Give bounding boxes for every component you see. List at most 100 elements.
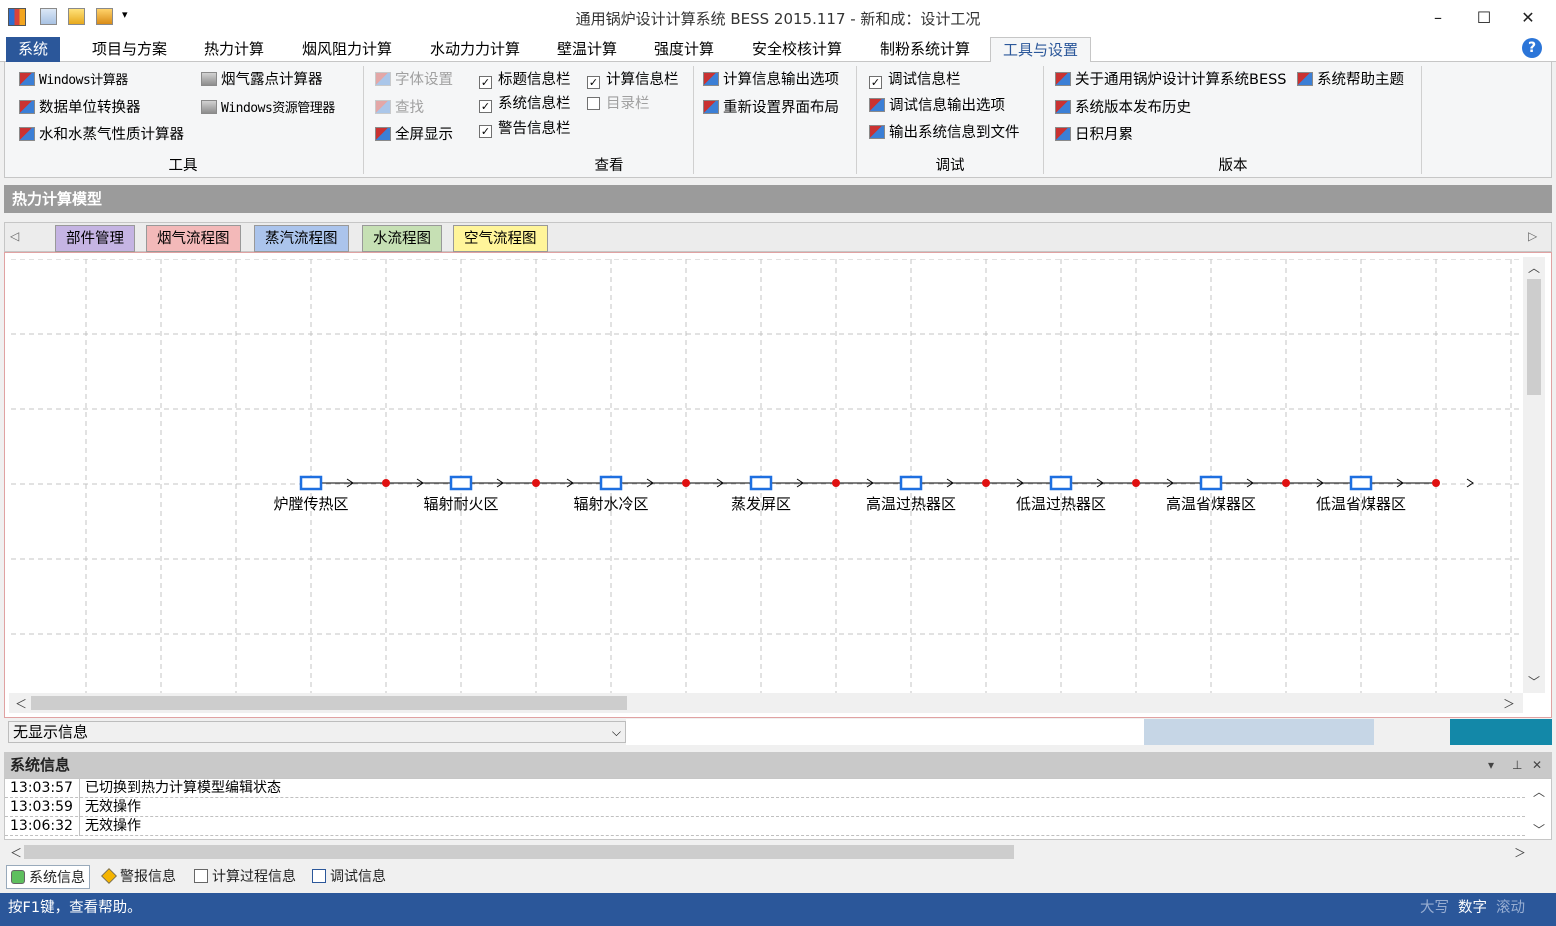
tab-tools-settings[interactable]: 工具与设置	[990, 37, 1092, 62]
tab-wall-temp[interactable]: 壁温计算	[545, 37, 629, 62]
tab-system-info[interactable]: 系统信息	[6, 865, 90, 889]
minimize-button[interactable]: –	[1418, 4, 1458, 32]
help-topics-button[interactable]: 系统帮助主题	[1297, 69, 1404, 91]
font-icon	[375, 72, 391, 86]
tab-calc-process-info[interactable]: 计算过程信息	[190, 865, 300, 889]
dew-point-calculator-button[interactable]: 烟气露点计算器	[201, 69, 323, 91]
info-preview-area	[1144, 719, 1374, 745]
windows-explorer-button[interactable]: Windows资源管理器	[201, 97, 335, 119]
tab-steam-flow[interactable]: 蒸汽流程图	[254, 225, 349, 252]
debug-info-checkbox[interactable]: ✓ 调试信息栏	[869, 69, 961, 91]
options-icon	[703, 72, 719, 86]
calc-info-checkbox[interactable]: ✓ 计算信息栏	[587, 69, 679, 91]
tab-pulverizing[interactable]: 制粉系统计算	[868, 37, 982, 62]
log-row: 13:03:59 无效操作	[5, 798, 1525, 817]
tab-hydrodynamic[interactable]: 水动力力计算	[418, 37, 532, 62]
tips-button[interactable]: 日积月累	[1055, 124, 1133, 146]
horizontal-scroll-thumb[interactable]	[31, 696, 627, 710]
scroll-up-icon[interactable]: ︿	[1533, 783, 1545, 800]
ribbon-separator	[1421, 66, 1422, 174]
fullscreen-button[interactable]: 全屏显示	[375, 124, 453, 146]
flow-node-box	[299, 475, 323, 491]
info-blank-area	[626, 719, 1144, 745]
close-button[interactable]: ✕	[1508, 4, 1548, 32]
flow-node-box	[1199, 475, 1223, 491]
tab-scroll-left-icon[interactable]: ◁	[10, 229, 19, 243]
panel-dropdown-icon[interactable]: ▾	[1488, 752, 1494, 778]
tab-system[interactable]: 系统	[6, 37, 61, 62]
tab-draft-resistance[interactable]: 烟风阻力计算	[290, 37, 404, 62]
log-vertical-scrollbar[interactable]: ︿ ﹀	[1529, 781, 1549, 839]
info-preview-area-teal	[1450, 719, 1552, 745]
unit-converter-button[interactable]: 数据单位转换器	[19, 97, 141, 119]
checkbox-checked-icon: ✓	[869, 76, 882, 89]
scroll-right-icon[interactable]: ＞	[1503, 695, 1515, 712]
find-button[interactable]: 查找	[375, 97, 424, 119]
flow-diagram-canvas[interactable]: 炉膛传热区 辐射耐火区 辐射水冷区 蒸发屏区 高温过热器区 低温过热器区 高温省煤器区 低温省…	[11, 259, 1521, 693]
checkbox-checked-icon: ✓	[479, 76, 492, 89]
flow-node-label: 辐射水冷区	[573, 495, 648, 513]
log-horizontal-scrollbar[interactable]: ＜ ＞	[4, 842, 1552, 862]
flow-node-box	[449, 475, 473, 491]
scroll-up-icon[interactable]: ︿	[1528, 259, 1540, 276]
title-info-checkbox[interactable]: ✓ 标题信息栏	[479, 69, 571, 91]
flow-node-label: 辐射耐火区	[423, 495, 498, 513]
tab-water-flow[interactable]: 水流程图	[362, 225, 442, 252]
checkbox-checked-icon: ✓	[587, 76, 600, 89]
vertical-scrollbar[interactable]: ︿ ﹀	[1523, 257, 1545, 693]
flow-junction-dot	[382, 479, 390, 487]
window-title: 通用锅炉设计计算系统 BESS 2015.117 - 新和成：设计工况	[575, 10, 981, 28]
font-settings-button[interactable]: 字体设置	[375, 69, 453, 91]
flow-node-box	[749, 475, 773, 491]
version-history-button[interactable]: 系统版本发布历史	[1055, 97, 1191, 119]
tab-strength[interactable]: 强度计算	[642, 37, 726, 62]
scroll-left-icon[interactable]: ＜	[15, 695, 27, 712]
tab-alarm-info[interactable]: 警报信息	[98, 865, 180, 889]
scroll-right-icon[interactable]: ＞	[1514, 844, 1526, 861]
tab-air-flow[interactable]: 空气流程图	[453, 225, 548, 252]
num-lock-indicator: 数字	[1458, 900, 1487, 916]
steam-properties-button[interactable]: 水和水蒸气性质计算器	[19, 124, 184, 146]
directory-checkbox[interactable]: 目录栏	[587, 93, 650, 115]
tab-thermal[interactable]: 热力计算	[192, 37, 276, 62]
flow-junction-dot	[532, 479, 540, 487]
debug-output-options-button[interactable]: 调试信息输出选项	[869, 95, 1005, 117]
pin-icon[interactable]: ⊥	[1512, 752, 1522, 778]
tab-safety[interactable]: 安全校核计算	[740, 37, 854, 62]
panel-close-icon[interactable]: ✕	[1532, 752, 1542, 778]
about-button[interactable]: 关于通用锅炉设计计算系统BESS	[1055, 69, 1287, 91]
warning-info-checkbox[interactable]: ✓ 警告信息栏	[479, 118, 571, 140]
tab-project[interactable]: 项目与方案	[80, 37, 179, 62]
help-icon[interactable]: ?	[1522, 38, 1542, 58]
tab-scroll-right-icon[interactable]: ▷	[1528, 229, 1537, 243]
export-system-info-button[interactable]: 输出系统信息到文件	[869, 122, 1020, 144]
search-icon	[375, 100, 391, 114]
calc-output-options-button[interactable]: 计算信息输出选项	[703, 69, 839, 91]
steam-icon	[19, 127, 35, 141]
checkbox-checked-icon: ✓	[479, 100, 492, 113]
vertical-scroll-thumb[interactable]	[1527, 279, 1541, 395]
converter-icon	[19, 100, 35, 114]
log-horizontal-scroll-thumb[interactable]	[24, 845, 1014, 859]
flow-junction-dot	[1132, 479, 1140, 487]
model-panel-title: 热力计算模型	[4, 185, 1552, 213]
system-info-checkbox[interactable]: ✓ 系统信息栏	[479, 93, 571, 115]
group-label-version: 版本	[1218, 158, 1248, 174]
flow-node-label: 低温省煤器区	[1316, 495, 1406, 513]
info-display-select[interactable]: 无显示信息 ⌵	[8, 721, 626, 743]
warning-icon	[101, 868, 117, 884]
horizontal-scrollbar[interactable]: ＜ ＞	[9, 693, 1523, 713]
scroll-left-icon[interactable]: ＜	[10, 844, 22, 861]
scroll-down-icon[interactable]: ﹀	[1533, 821, 1545, 838]
scroll-down-icon[interactable]: ﹀	[1528, 673, 1540, 690]
reset-layout-button[interactable]: 重新设置界面布局	[703, 97, 839, 119]
maximize-button[interactable]: ☐	[1464, 4, 1504, 32]
tab-debug-info[interactable]: 调试信息	[308, 865, 390, 889]
tab-flue-gas-flow[interactable]: 烟气流程图	[146, 225, 241, 252]
ribbon-tabs: 系统 项目与方案 热力计算 烟风阻力计算 水动力力计算 壁温计算 强度计算 安全…	[0, 36, 1556, 62]
tab-component-management[interactable]: 部件管理	[55, 225, 135, 252]
scroll-lock-indicator: 滚动	[1496, 900, 1525, 916]
status-bar: 按F1键，查看帮助。 大写 数字 滚动	[0, 893, 1556, 926]
caps-lock-indicator: 大写	[1420, 900, 1449, 916]
windows-calculator-button[interactable]: Windows计算器	[19, 69, 128, 91]
